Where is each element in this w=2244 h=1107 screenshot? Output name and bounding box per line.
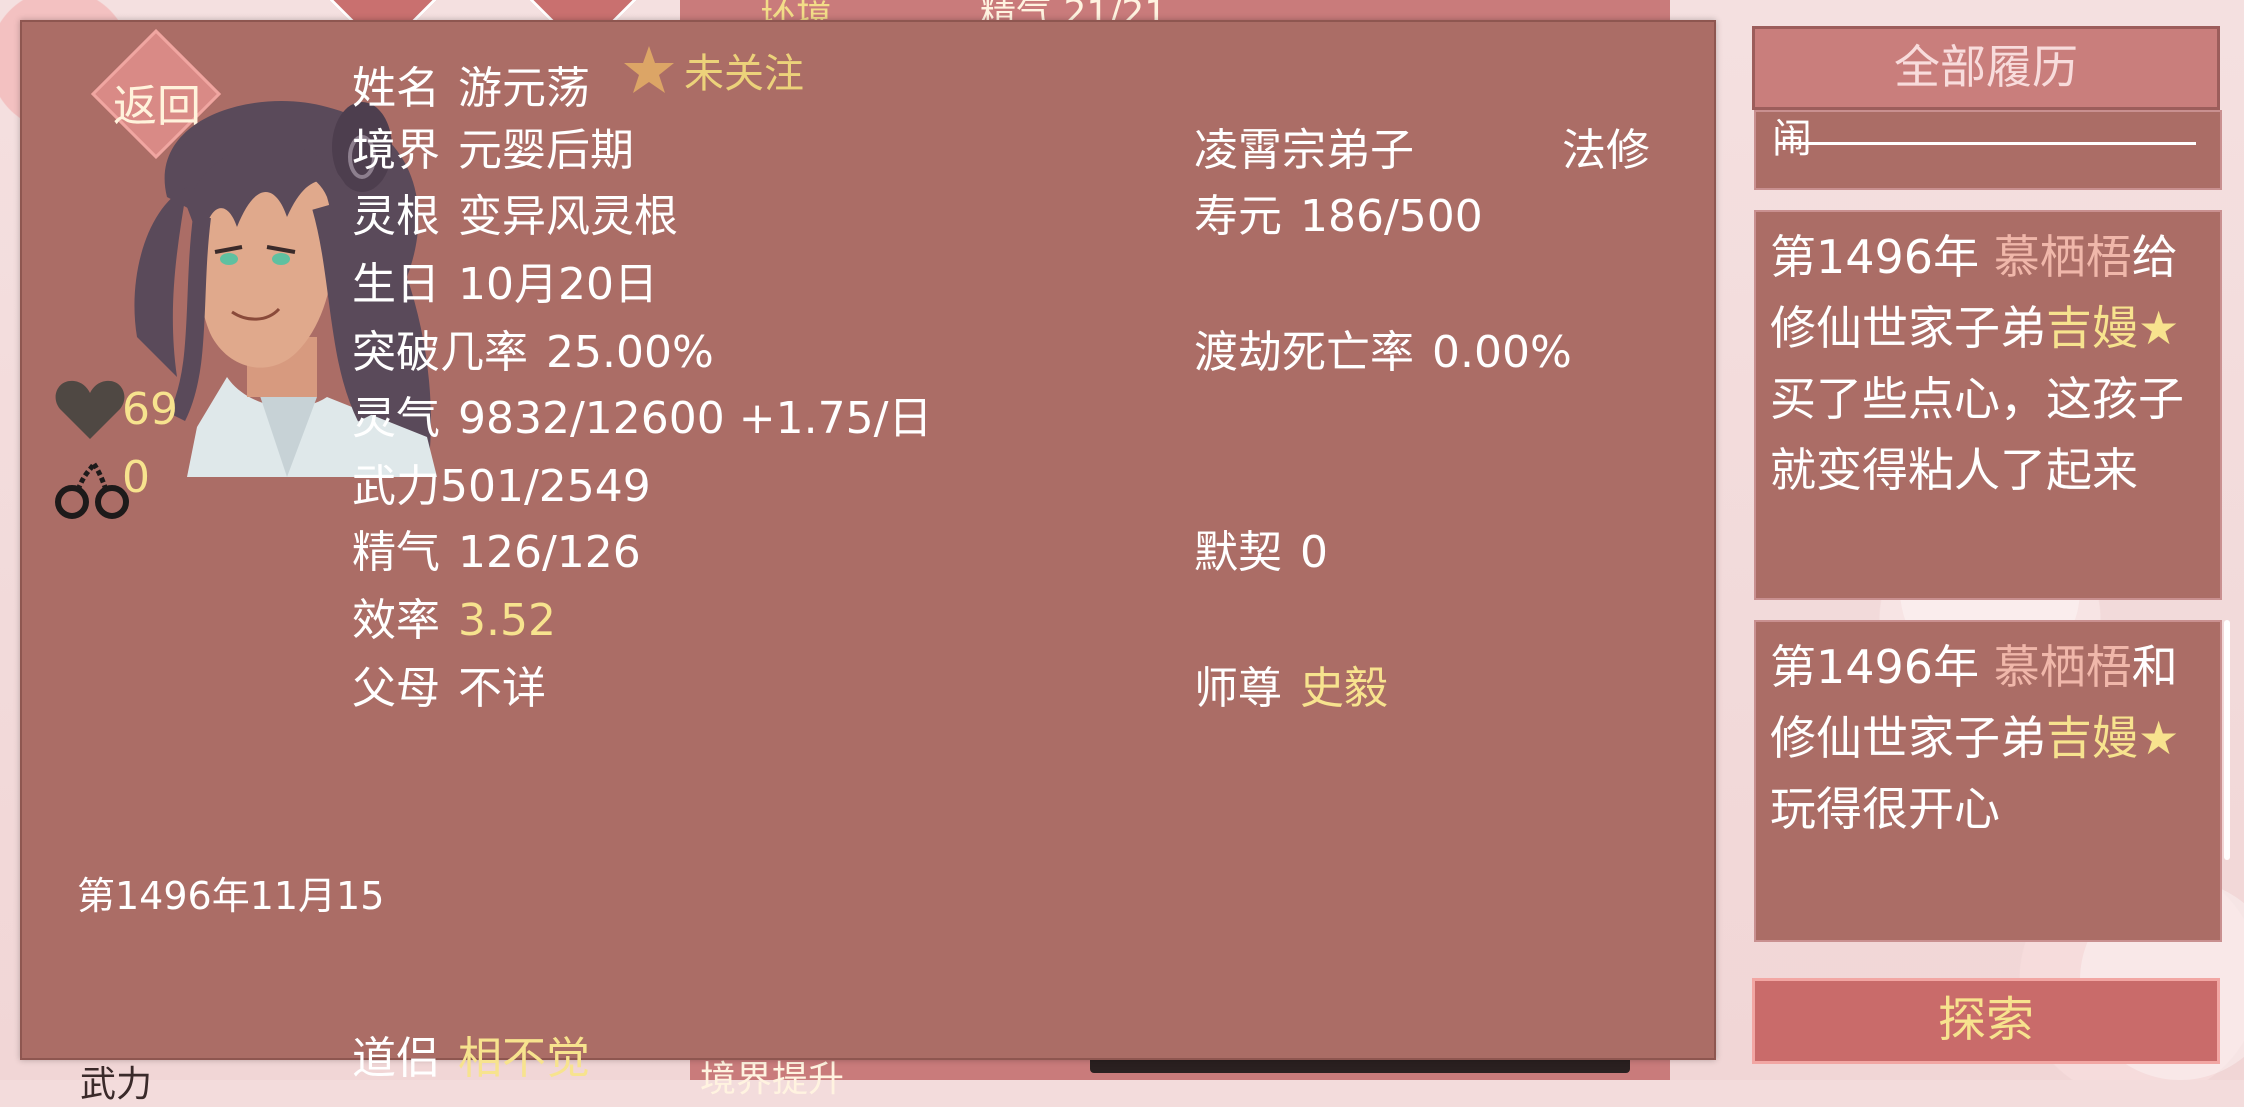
realm-value: 元婴后期 [458, 125, 634, 176]
essence-row: 精气 126/126 [352, 516, 641, 580]
root-label: 灵根 [352, 191, 440, 242]
partner-value: 相不觉 [458, 1033, 590, 1084]
history-scrollbar[interactable] [2224, 620, 2230, 860]
tacit-row: 默契 0 [1194, 516, 1328, 580]
parents-value: 不详 [458, 663, 546, 714]
divider [1776, 142, 2196, 145]
history-card: 第1496年 慕栖梧给修仙世家子弟吉嫚★买了些点心，这孩子就变得粘人了起来 [1754, 210, 2222, 600]
bonds-value: 0 [122, 452, 150, 503]
breakthrough-label: 突破几率 [352, 327, 528, 378]
name-label: 姓名 [352, 63, 440, 114]
tribulation-value: 0.00% [1432, 327, 1572, 378]
efficiency-label: 效率 [352, 595, 440, 646]
character-name: 游元荡 [458, 63, 590, 114]
tribulation-row: 渡劫死亡率 0.00% [1194, 316, 1572, 380]
parents-row: 父母 不详 [352, 652, 546, 716]
essence-value: 126/126 [458, 527, 641, 578]
affection-value: 69 [122, 384, 178, 435]
tacit-value: 0 [1300, 527, 1328, 578]
birthday-label: 生日 [352, 259, 440, 310]
master-row: 师尊 史毅 [1194, 652, 1388, 716]
heart-icon [55, 380, 125, 439]
explore-button[interactable]: 探索 [1752, 978, 2220, 1064]
event-actor[interactable]: 慕栖梧 [1994, 640, 2132, 694]
master-link[interactable]: 史毅 [1300, 663, 1388, 714]
essence-label: 精气 [352, 527, 440, 578]
breakthrough-value: 25.00% [546, 327, 714, 378]
partner-label: 道侣 [352, 1033, 440, 1084]
tribulation-label: 渡劫死亡率 [1194, 327, 1414, 378]
birthday-value: 10月20日 [458, 259, 658, 310]
event-year: 第1496年 [1770, 640, 1980, 694]
history-entry-text: 第1496年 慕栖梧和修仙世家子弟吉嫚★玩得很开心 [1756, 622, 2220, 845]
root-value: 变异风灵根 [458, 191, 678, 242]
event-target[interactable]: 吉嫚★ [2046, 711, 2179, 765]
lifespan-label: 寿元 [1194, 191, 1282, 242]
history-card-partial: 闹 [1754, 110, 2222, 190]
master-label: 师尊 [1194, 663, 1282, 714]
qi-row: 灵气 9832/12600 +1.75/日 [352, 382, 932, 446]
qi-value: 9832/12600 +1.75/日 [458, 393, 933, 444]
partner-row: 道侣 相不觉 [352, 1022, 590, 1086]
event-text-post: 买了些点心，这孩子就变得粘人了起来 [1770, 372, 2184, 497]
partial-card-text: 闹 [1772, 116, 1812, 162]
lifespan-value: 186/500 [1300, 191, 1483, 242]
class-text: 法修 [1562, 125, 1650, 176]
character-dialog: 返回 69 0 第1496年11月15 姓名 游元荡 未关注 境界 元婴后期 凌… [20, 20, 1716, 1084]
spirit-root-row: 灵根 变异风灵根 [352, 180, 678, 244]
history-entry-text: 第1496年 慕栖梧给修仙世家子弟吉嫚★买了些点心，这孩子就变得粘人了起来 [1756, 212, 2220, 506]
follow-label: 未关注 [684, 51, 804, 97]
event-text-post: 玩得很开心 [1770, 782, 2000, 836]
event-actor[interactable]: 慕栖梧 [1994, 230, 2132, 284]
name-row: 姓名 游元荡 [352, 52, 590, 116]
birthday-row: 生日 10月20日 [352, 248, 658, 312]
efficiency-value: 3.52 [458, 595, 556, 646]
star-icon [624, 46, 674, 93]
qi-label: 灵气 [352, 393, 440, 444]
bg-left-text: 武力 [80, 1064, 153, 1105]
history-card: 第1496年 慕栖梧和修仙世家子弟吉嫚★玩得很开心 [1754, 620, 2222, 942]
event-target[interactable]: 吉嫚★ [2046, 301, 2179, 355]
efficiency-row: 效率 3.52 [352, 584, 556, 648]
all-history-button[interactable]: 全部履历 [1752, 26, 2220, 110]
follow-toggle[interactable]: 未关注 [622, 40, 804, 100]
lifespan-row: 寿元 186/500 [1194, 180, 1483, 244]
realm-label: 境界 [352, 125, 440, 176]
parents-label: 父母 [352, 663, 440, 714]
sect-text: 凌霄宗弟子 [1194, 125, 1414, 176]
handcuffs-icon [55, 462, 129, 519]
realm-row: 境界 元婴后期 [352, 114, 634, 178]
breakthrough-row: 突破几率 25.00% [352, 316, 714, 380]
current-date: 第1496年11月15 [77, 874, 385, 918]
tacit-label: 默契 [1194, 527, 1282, 578]
force-row: 武力501/2549 [352, 461, 651, 512]
event-year: 第1496年 [1770, 230, 1980, 284]
